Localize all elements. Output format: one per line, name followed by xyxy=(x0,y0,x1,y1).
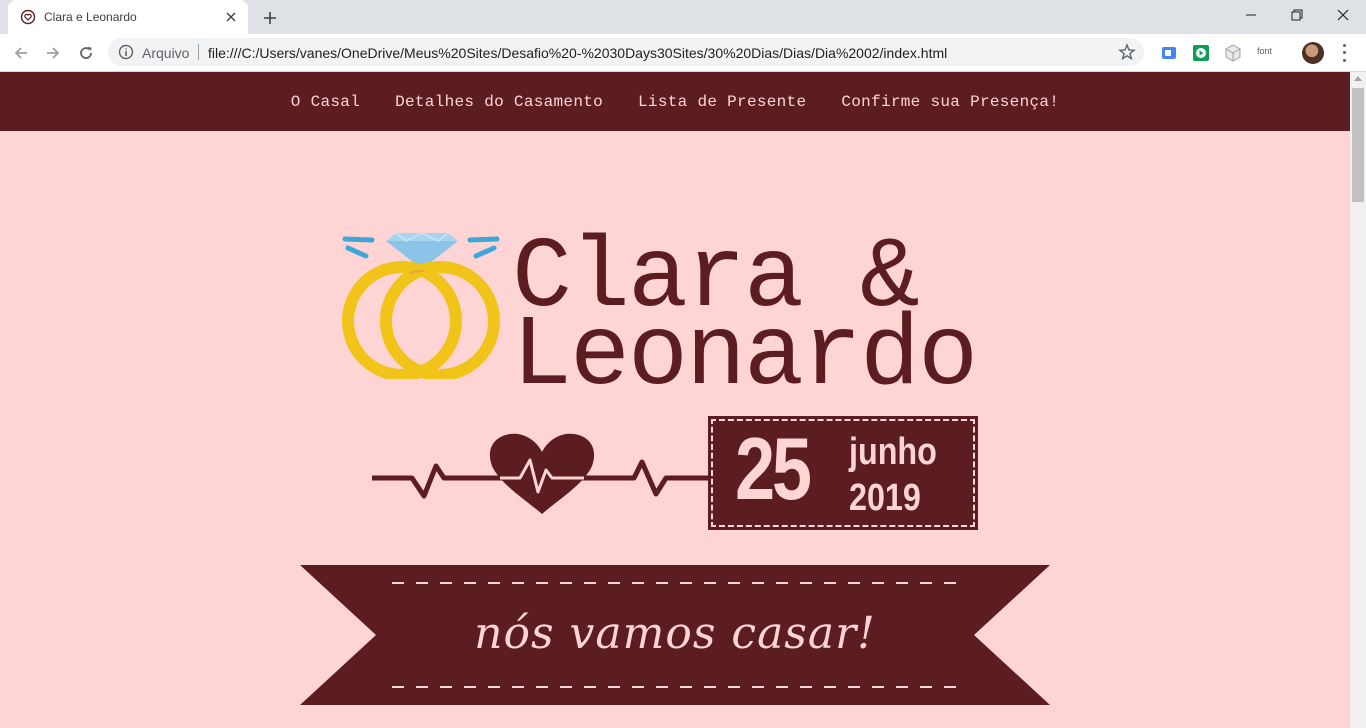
font-extension-icon[interactable]: font xyxy=(1257,46,1272,56)
info-icon[interactable] xyxy=(118,44,134,60)
page-viewport: O Casal Detalhes do Casamento Lista de P… xyxy=(0,72,1350,728)
translate-extension-icon[interactable] xyxy=(1160,44,1178,62)
close-window-icon[interactable] xyxy=(1320,0,1366,30)
minimize-icon[interactable] xyxy=(1228,0,1274,30)
bookmark-star-icon[interactable] xyxy=(1118,43,1136,61)
new-tab-icon[interactable] xyxy=(258,6,282,30)
back-icon[interactable] xyxy=(8,40,34,66)
reload-icon[interactable] xyxy=(73,40,99,66)
profile-avatar[interactable] xyxy=(1302,42,1324,64)
date-day: 25 xyxy=(735,419,812,518)
scroll-thumb[interactable] xyxy=(1352,88,1364,202)
heartbeat-heart-icon xyxy=(372,433,717,514)
tab-strip: Clara e Leonardo xyxy=(0,0,1366,34)
cube-extension-icon[interactable] xyxy=(1224,44,1242,62)
date-month: junho xyxy=(849,431,937,473)
forward-icon[interactable] xyxy=(40,40,66,66)
banner-tagline: nós vamos casar! xyxy=(474,608,876,659)
date-stamp: 25 junho 2019 xyxy=(708,416,978,530)
scroll-up-arrow-icon[interactable] xyxy=(1354,76,1362,81)
nav-detalhes[interactable]: Detalhes do Casamento xyxy=(395,93,603,111)
nav-o-casal[interactable]: O Casal xyxy=(291,93,360,111)
hero-name-line2: Leonardo xyxy=(512,301,978,414)
heart-chat-icon xyxy=(20,9,36,25)
more-menu-icon[interactable] xyxy=(1336,42,1352,64)
date-year: 2019 xyxy=(849,477,921,519)
tab-title: Clara e Leonardo xyxy=(44,10,137,24)
address-bar[interactable]: Arquivo file:///C:/Users/vanes/OneDrive/… xyxy=(108,38,1144,66)
browser-toolbar: Arquivo file:///C:/Users/vanes/OneDrive/… xyxy=(0,34,1366,72)
page-scrollbar[interactable] xyxy=(1350,72,1366,728)
browser-tab[interactable]: Clara e Leonardo xyxy=(8,0,248,34)
restore-icon[interactable] xyxy=(1274,0,1320,30)
site-nav: O Casal Detalhes do Casamento Lista de P… xyxy=(0,72,1350,131)
url-text[interactable]: file:///C:/Users/vanes/OneDrive/Meus%20S… xyxy=(208,45,947,61)
security-chip-label: Arquivo xyxy=(142,45,190,61)
close-tab-icon[interactable] xyxy=(222,8,240,26)
wedding-rings-icon xyxy=(342,232,500,379)
nav-lista-presente[interactable]: Lista de Presente xyxy=(638,93,806,111)
play-extension-icon[interactable] xyxy=(1192,44,1210,62)
nav-confirme[interactable]: Confirme sua Presença! xyxy=(841,93,1059,111)
omnibox-divider xyxy=(198,44,199,60)
